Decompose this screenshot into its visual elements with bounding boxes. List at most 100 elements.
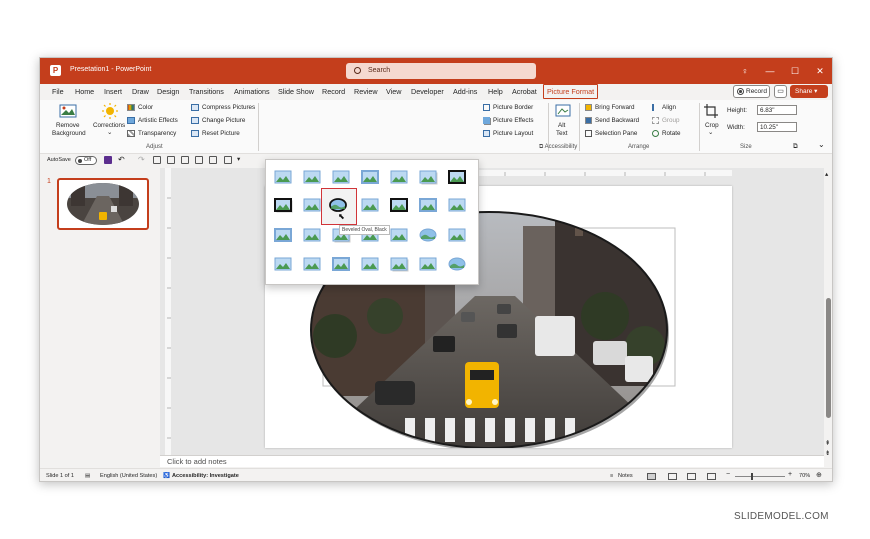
artistic-effects-button[interactable]: Artistic Effects [138, 117, 178, 124]
zoom-out-icon[interactable]: − [726, 471, 730, 478]
spellcheck-icon[interactable]: ▤ [85, 473, 90, 479]
zoom-level[interactable]: 70% [799, 473, 810, 479]
zoom-slider-handle[interactable] [751, 473, 753, 480]
present-icon[interactable] [181, 156, 189, 164]
picture-style-option[interactable] [361, 198, 379, 212]
reading-view-icon[interactable] [687, 473, 696, 480]
crop-button[interactable]: Crop [705, 122, 719, 129]
send-backward-button[interactable]: Send Backward [595, 117, 639, 124]
tab-file[interactable]: File [52, 87, 64, 96]
picture-style-option[interactable] [419, 170, 438, 185]
corrections-chevron-icon[interactable]: ⌄ [107, 129, 112, 136]
print-icon[interactable] [195, 156, 203, 164]
autosave-toggle[interactable]: Off [75, 156, 97, 165]
compress-pictures-button[interactable]: Compress Pictures [202, 104, 255, 111]
tab-view[interactable]: View [386, 87, 401, 96]
record-button[interactable]: Record [733, 85, 770, 98]
search-input[interactable]: Search [346, 63, 536, 79]
selection-pane-button[interactable]: Selection Pane [595, 130, 637, 137]
width-field[interactable]: 10.25" [757, 122, 797, 132]
height-field[interactable]: 6.83" [757, 105, 797, 115]
picture-style-option[interactable] [274, 170, 292, 184]
picture-border-button[interactable]: Picture Border [493, 104, 533, 111]
save-icon[interactable] [104, 156, 112, 164]
tab-acrobat[interactable]: Acrobat [512, 87, 537, 96]
tab-record[interactable]: Record [322, 87, 345, 96]
picture-style-option[interactable] [303, 228, 321, 242]
slideshow-view-icon[interactable] [707, 473, 716, 480]
notes-pane[interactable]: Click to add notes [160, 455, 824, 467]
transparency-button[interactable]: Transparency [138, 130, 176, 137]
share-button[interactable]: Share ▾ [790, 85, 828, 98]
picture-style-option[interactable] [303, 170, 321, 184]
accessibility-status[interactable]: Accessibility: Investigate [172, 473, 239, 479]
picture-style-option[interactable] [361, 170, 379, 184]
corrections-label[interactable]: Corrections [93, 122, 125, 129]
picture-style-option[interactable] [332, 257, 350, 271]
reset-picture-button[interactable]: Reset Picture [202, 130, 240, 137]
picture-style-option[interactable] [448, 198, 466, 212]
notes-toggle-button[interactable]: Notes [618, 473, 633, 479]
picture-style-option[interactable] [390, 198, 408, 212]
align-button[interactable]: Align [662, 104, 676, 111]
email-icon[interactable] [209, 156, 217, 164]
scroll-up-icon[interactable]: ▴ [825, 171, 828, 178]
remove-background-label-1[interactable]: Remove [56, 122, 79, 129]
group-button[interactable]: Group [662, 117, 680, 124]
new-icon[interactable] [167, 156, 175, 164]
picture-style-option[interactable] [390, 228, 408, 242]
picture-style-option[interactable] [419, 257, 437, 271]
tab-design[interactable]: Design [157, 87, 179, 96]
language-status[interactable]: English (United States) [100, 473, 157, 479]
picture-style-option[interactable] [419, 228, 437, 242]
minimize-button[interactable]: — [763, 64, 777, 78]
redo-icon[interactable]: ↷ [138, 155, 145, 164]
picture-style-option[interactable] [329, 198, 347, 212]
picture-style-option[interactable] [419, 198, 437, 212]
tab-draw[interactable]: Draw [132, 87, 149, 96]
crop-chevron-icon[interactable]: ⌄ [708, 129, 713, 136]
picture-style-option[interactable] [448, 170, 466, 184]
open-icon[interactable] [153, 156, 161, 164]
tab-add-ins[interactable]: Add-ins [453, 87, 477, 96]
close-button[interactable]: ✕ [813, 64, 827, 78]
color-button[interactable]: Color [138, 104, 153, 111]
picture-style-option[interactable] [361, 257, 379, 271]
picture-style-option[interactable] [303, 257, 321, 271]
change-picture-button[interactable]: Change Picture [202, 117, 245, 124]
scrollbar-thumb[interactable] [826, 298, 831, 418]
zoom-slider[interactable] [735, 473, 785, 480]
alt-text-label-2[interactable]: Text [556, 130, 568, 137]
picture-style-option[interactable] [274, 198, 293, 213]
tab-insert[interactable]: Insert [104, 87, 122, 96]
collapse-ribbon-icon[interactable]: ⌄ [818, 140, 825, 149]
rotate-button[interactable]: Rotate [662, 130, 681, 137]
picture-style-option[interactable] [390, 170, 408, 184]
tab-transitions[interactable]: Transitions [189, 87, 224, 96]
picture-style-option[interactable] [274, 257, 292, 271]
zoom-in-icon[interactable]: + [788, 471, 792, 478]
picture-effects-button[interactable]: Picture Effects [493, 117, 533, 124]
alt-text-label-1[interactable]: Alt [558, 122, 565, 129]
tab-review[interactable]: Review [354, 87, 378, 96]
tab-developer[interactable]: Developer [411, 87, 444, 96]
fit-slide-icon[interactable]: ⊕ [816, 471, 822, 479]
normal-view-icon[interactable] [647, 473, 656, 480]
scroll-previous-slide-icon[interactable]: ⇞ [825, 440, 830, 447]
customize-qat-icon[interactable]: ▾ [237, 156, 240, 163]
tab-picture-format[interactable]: Picture Format [543, 84, 599, 99]
size-dialog-launcher-icon[interactable]: ⧉ [793, 143, 798, 151]
maximize-button[interactable]: ☐ [788, 64, 802, 78]
picture-layout-button[interactable]: Picture Layout [493, 130, 533, 137]
picture-style-option[interactable] [332, 170, 350, 184]
scroll-next-slide-icon[interactable]: ⇟ [825, 450, 830, 457]
undo-icon[interactable]: ↶ [118, 155, 125, 164]
format-icon[interactable] [224, 156, 232, 164]
lightbulb-icon[interactable]: ♀ [738, 64, 752, 78]
picture-style-option[interactable] [448, 228, 466, 242]
vertical-scrollbar[interactable]: ▴ ⇞ ⇟ [824, 168, 832, 467]
tab-slide-show[interactable]: Slide Show [278, 87, 314, 96]
remove-background-label-2[interactable]: Background [52, 130, 86, 137]
picture-style-option[interactable] [448, 257, 466, 271]
comments-button[interactable]: ▭ [774, 85, 787, 98]
